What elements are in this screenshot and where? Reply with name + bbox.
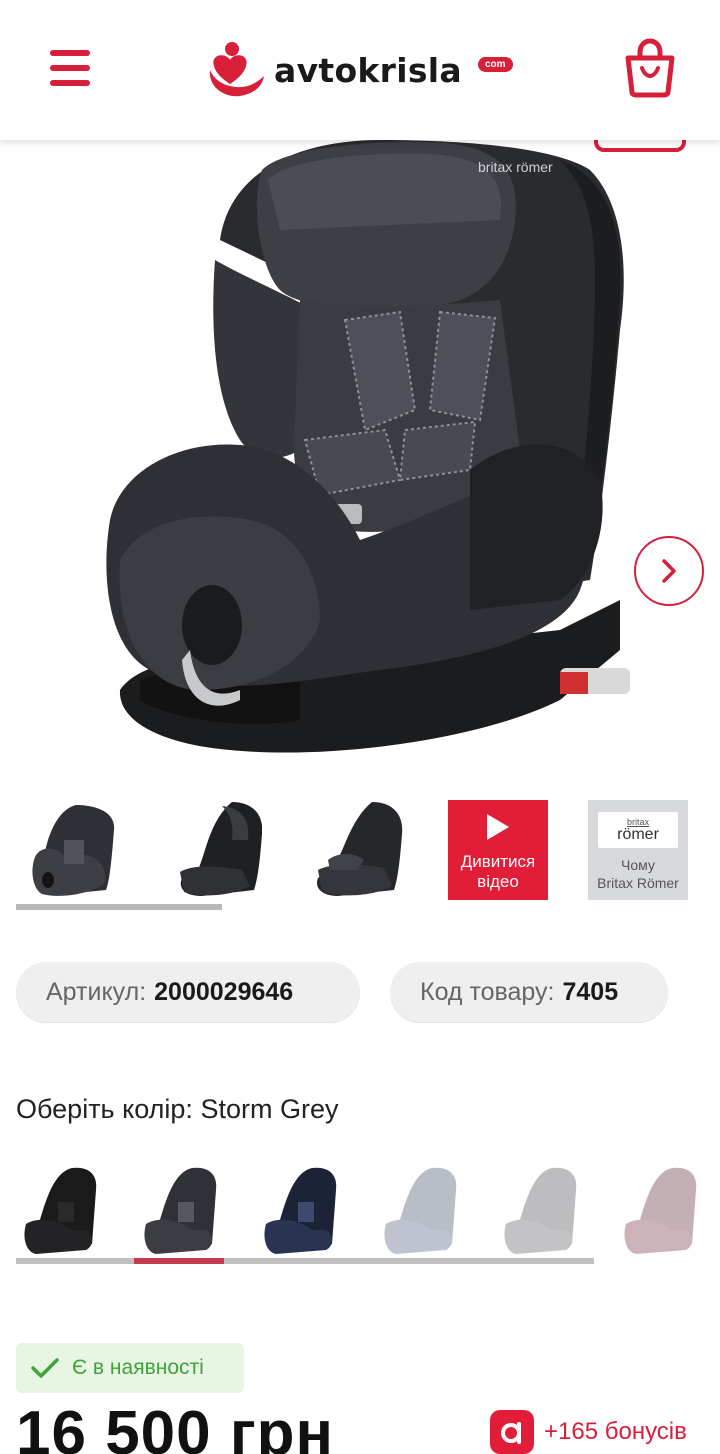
article-label: Артикул: xyxy=(46,977,147,1006)
color-picker-title: Оберіть колір: Storm Grey xyxy=(16,1094,339,1124)
product-code-pill: Код товару: 7405 xyxy=(390,962,668,1022)
color-swatch-unavailable[interactable] xyxy=(496,1160,596,1260)
site-logo[interactable]: avtokrisla com xyxy=(206,40,513,100)
bonus-info[interactable]: +165 бонусів xyxy=(490,1410,687,1454)
car-seat-image: britax römer xyxy=(106,140,630,753)
brand-bottom: römer xyxy=(617,826,659,843)
product-price: 16 500 грн xyxy=(16,1399,335,1454)
chevron-right-icon xyxy=(662,559,676,583)
watch-video-button[interactable]: Дивитися відео xyxy=(448,800,548,900)
why-label: Чому Britax Römer xyxy=(597,856,679,892)
color-swatch-selected[interactable] xyxy=(136,1160,236,1260)
in-stock-badge: Є в наявності xyxy=(16,1343,244,1393)
code-label: Код товару: xyxy=(420,977,555,1006)
gallery-thumbnails: Дивитися відео britax römer Чому Britax … xyxy=(16,800,720,910)
site-header: avtokrisla com xyxy=(0,0,720,140)
heart-seat-logo-icon xyxy=(209,42,264,97)
next-image-button[interactable] xyxy=(634,536,704,606)
why-label-line2: Britax Römer xyxy=(597,875,679,891)
article-pill: Артикул: 2000029646 xyxy=(16,962,360,1022)
bonus-text: +165 бонусів xyxy=(544,1418,687,1445)
article-value: 2000029646 xyxy=(154,977,294,1006)
britax-romer-logo: britax römer xyxy=(598,812,678,848)
color-swatches xyxy=(16,1160,720,1270)
gallery-thumb[interactable] xyxy=(162,800,263,900)
color-swatch-unavailable[interactable] xyxy=(376,1160,476,1260)
color-scrollbar[interactable] xyxy=(16,1258,594,1264)
code-value: 7405 xyxy=(562,977,619,1006)
logo-wordmark: avtokrisla xyxy=(274,50,462,90)
logo-com-badge: com xyxy=(478,57,513,72)
video-label: Дивитися відео xyxy=(460,852,536,891)
shopping-bag-icon[interactable] xyxy=(622,38,678,98)
hamburger-menu-icon[interactable] xyxy=(44,46,96,90)
check-icon xyxy=(31,1358,59,1378)
color-swatch[interactable] xyxy=(256,1160,356,1260)
color-swatch[interactable] xyxy=(16,1160,116,1260)
in-stock-label: Є в наявності xyxy=(72,1356,204,1379)
thumbnail-scrollbar[interactable] xyxy=(16,904,222,910)
seat-brand-label: britax römer xyxy=(478,159,553,175)
product-main-image[interactable]: britax römer xyxy=(0,140,720,780)
why-britax-romer-button[interactable]: britax römer Чому Britax Römer xyxy=(588,800,688,900)
bonus-a-icon xyxy=(490,1410,534,1454)
why-label-line1: Чому xyxy=(621,857,655,873)
gallery-thumb[interactable] xyxy=(16,800,116,900)
color-swatch-unavailable[interactable] xyxy=(616,1160,716,1260)
selected-color-indicator xyxy=(134,1258,224,1264)
gallery-thumb[interactable] xyxy=(308,800,408,900)
play-icon xyxy=(487,814,509,840)
